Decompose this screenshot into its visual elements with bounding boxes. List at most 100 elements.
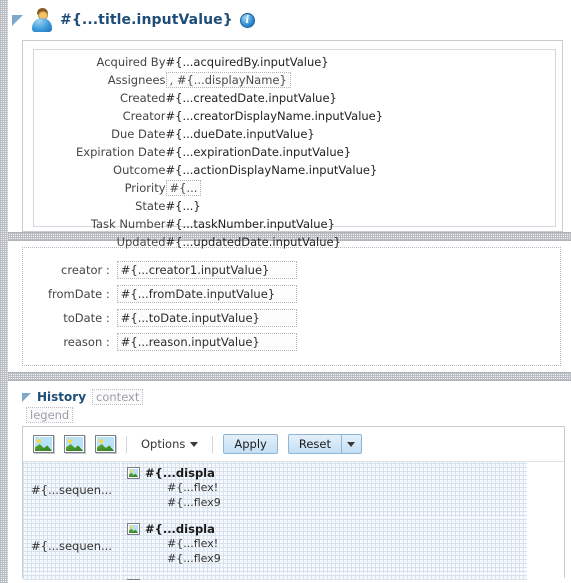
image-placeholder-icon[interactable] [33, 435, 54, 453]
request-form-section: creator : #{...creator1.inputValue} fromDa… [8, 241, 571, 372]
task-attribute-row: Assignees, #{...displayName} [76, 72, 383, 90]
task-attribute-value: #{...expirationDate.inputValue} [165, 145, 352, 159]
task-attribute-row: Due Date #{...dueDate.inputValue} [76, 126, 383, 144]
task-attribute-row: Priority #{... [76, 180, 383, 198]
history-sequence-cell: #{...sequen... [23, 462, 121, 517]
task-attribute-value: #{...} [165, 199, 201, 213]
history-disclosure-triangle-icon[interactable] [22, 392, 31, 402]
page-root: #{...title.inputValue} i Acquired By #{..… [8, 0, 571, 583]
history-grid[interactable]: #{...sequen... #{...displa #{...flex! #{...… [23, 462, 564, 580]
task-attribute-row: Updated #{...updatedDate.inputValue} [76, 234, 383, 252]
task-attribute-label: Acquired By [96, 55, 166, 69]
chevron-down-icon [347, 441, 356, 447]
form-field-label: creator : [61, 263, 110, 277]
history-sequence-cell [23, 574, 121, 580]
user-avatar-icon [31, 8, 53, 32]
form-field-cell: #{...creator1.inputValue} [116, 260, 298, 280]
form-field-label: reason : [63, 335, 110, 349]
legend-facet-placeholder: legend [26, 407, 74, 423]
task-attribute-value: #{...creatorDisplayName.inputValue} [165, 109, 384, 123]
reset-dropdown-toggle[interactable] [340, 434, 362, 454]
options-menu-label: Options [141, 437, 186, 451]
task-attribute-row: Expiration Date #{...expirationDate.input… [76, 144, 383, 162]
section-divider [8, 372, 571, 381]
task-attribute-value: #{...actionDisplayName.inputValue} [165, 163, 378, 177]
history-toolbar: Options Apply Reset [23, 427, 564, 462]
task-details-section: #{...title.inputValue} i Acquired By #{..… [8, 0, 571, 249]
page-title: #{...title.inputValue} [60, 12, 233, 28]
form-field-row: fromDate : #{...fromDate.inputValue} [47, 284, 298, 304]
history-row[interactable]: #{...sequen... #{...displa #{...flex! #{...… [23, 462, 527, 518]
history-row[interactable]: #{...displa [23, 574, 527, 580]
reset-button[interactable]: Reset [287, 434, 341, 454]
form-field-cell: #{...fromDate.inputValue} [116, 284, 298, 304]
task-attribute-label: Assignees [107, 73, 166, 87]
history-detail-cell: #{...displa #{...flex! #{...flex9 [121, 518, 337, 573]
task-attribute-value-box[interactable]: #{... [165, 180, 202, 196]
task-attribute-value-box[interactable]: , #{...displayName} [165, 72, 291, 88]
history-entry-subtext: #{...flex9 [167, 496, 221, 509]
task-attribute-value: #{...createdDate.inputValue} [165, 91, 337, 105]
options-menu-button[interactable]: Options [137, 435, 202, 453]
form-field-cell: #{...toDate.inputValue} [116, 308, 298, 328]
history-detail-cell: #{...displa [121, 574, 337, 580]
history-entry-title: #{...displa [145, 466, 215, 480]
apply-button[interactable]: Apply [223, 434, 278, 454]
history-panel: Options Apply Reset #{...sequen... #{...d… [22, 426, 565, 580]
form-field-row: creator : #{...creator1.inputValue} [47, 260, 298, 280]
history-entry-title: #{...displa [145, 522, 215, 536]
disclosure-triangle-icon[interactable] [12, 14, 23, 26]
history-row[interactable]: #{...sequen... #{...displa #{...flex! #{...… [23, 518, 527, 574]
history-sequence-cell: #{...sequen... [23, 518, 121, 573]
history-entry-title: #{...displa [145, 578, 215, 580]
task-attribute-label: Expiration Date [76, 145, 166, 159]
form-field-input[interactable]: #{...creator1.inputValue} [116, 261, 297, 279]
task-attribute-label: Task Number [90, 217, 166, 231]
history-detail-cell: #{...displa #{...flex! #{...flex9 [121, 462, 337, 517]
form-field-input[interactable]: #{...reason.inputValue} [116, 333, 297, 351]
image-placeholder-icon[interactable] [95, 435, 116, 453]
task-attribute-label: State [135, 199, 166, 213]
form-field-row: reason : #{...reason.inputValue} [47, 332, 298, 352]
task-attribute-label: Due Date [111, 127, 166, 141]
history-title: History [37, 390, 87, 404]
task-details-panel: Acquired By #{...acquiredBy.inputValue} As… [22, 40, 563, 249]
task-attribute-value: #{...taskNumber.inputValue} [165, 217, 335, 231]
form-field-row: toDate : #{...toDate.inputValue} [47, 308, 298, 328]
left-gutter [0, 0, 8, 583]
task-attribute-value: #{...updatedDate.inputValue} [165, 235, 341, 249]
task-attributes-table: Acquired By #{...acquiredBy.inputValue} As… [76, 54, 383, 252]
info-icon[interactable]: i [239, 12, 255, 28]
history-section: History context legend Options Apply Res… [8, 381, 571, 580]
form-field-cell: #{...reason.inputValue} [116, 332, 298, 352]
form-field-input[interactable]: #{...fromDate.inputValue} [116, 285, 297, 303]
task-attribute-value[interactable]: #{... [165, 180, 384, 198]
image-placeholder-icon [127, 579, 140, 580]
history-header: History context [8, 386, 571, 405]
task-attribute-row: Created #{...createdDate.inputValue} [76, 90, 383, 108]
task-attribute-row: Task Number #{...taskNumber.inputValue} [76, 216, 383, 234]
history-grid-body: #{...sequen... #{...displa #{...flex! #{...… [23, 462, 527, 580]
image-placeholder-icon[interactable] [64, 435, 85, 453]
task-attribute-value: #{...acquiredBy.inputValue} [165, 55, 329, 69]
request-form-table: creator : #{...creator1.inputValue} fromDa… [47, 256, 298, 356]
task-attribute-row: State #{...} [76, 198, 383, 216]
task-title-row: #{...title.inputValue} i [8, 0, 571, 40]
form-field-label: fromDate : [48, 287, 110, 301]
task-attribute-value[interactable]: , #{...displayName} [165, 72, 384, 90]
task-attribute-row: Creator #{...creatorDisplayName.inputValu… [76, 108, 383, 126]
history-entry-subtext: #{...flex9 [167, 552, 221, 565]
task-attribute-row: Acquired By #{...acquiredBy.inputValue} [76, 54, 383, 72]
task-attribute-row: Outcome #{...actionDisplayName.inputValue… [76, 162, 383, 180]
reset-split-button: Reset [287, 434, 362, 454]
task-attribute-label: Priority [124, 181, 166, 195]
image-placeholder-icon [127, 467, 140, 479]
form-field-input[interactable]: #{...toDate.inputValue} [116, 309, 297, 327]
task-attribute-label: Updated [116, 235, 166, 249]
toolbar-separator [212, 435, 214, 453]
task-attribute-value: #{...dueDate.inputValue} [165, 127, 315, 141]
task-attribute-label: Outcome [113, 163, 166, 177]
task-attribute-label: Created [120, 91, 166, 105]
history-entry-subtext: #{...flex! [167, 481, 219, 494]
context-facet-placeholder: context [92, 389, 144, 405]
